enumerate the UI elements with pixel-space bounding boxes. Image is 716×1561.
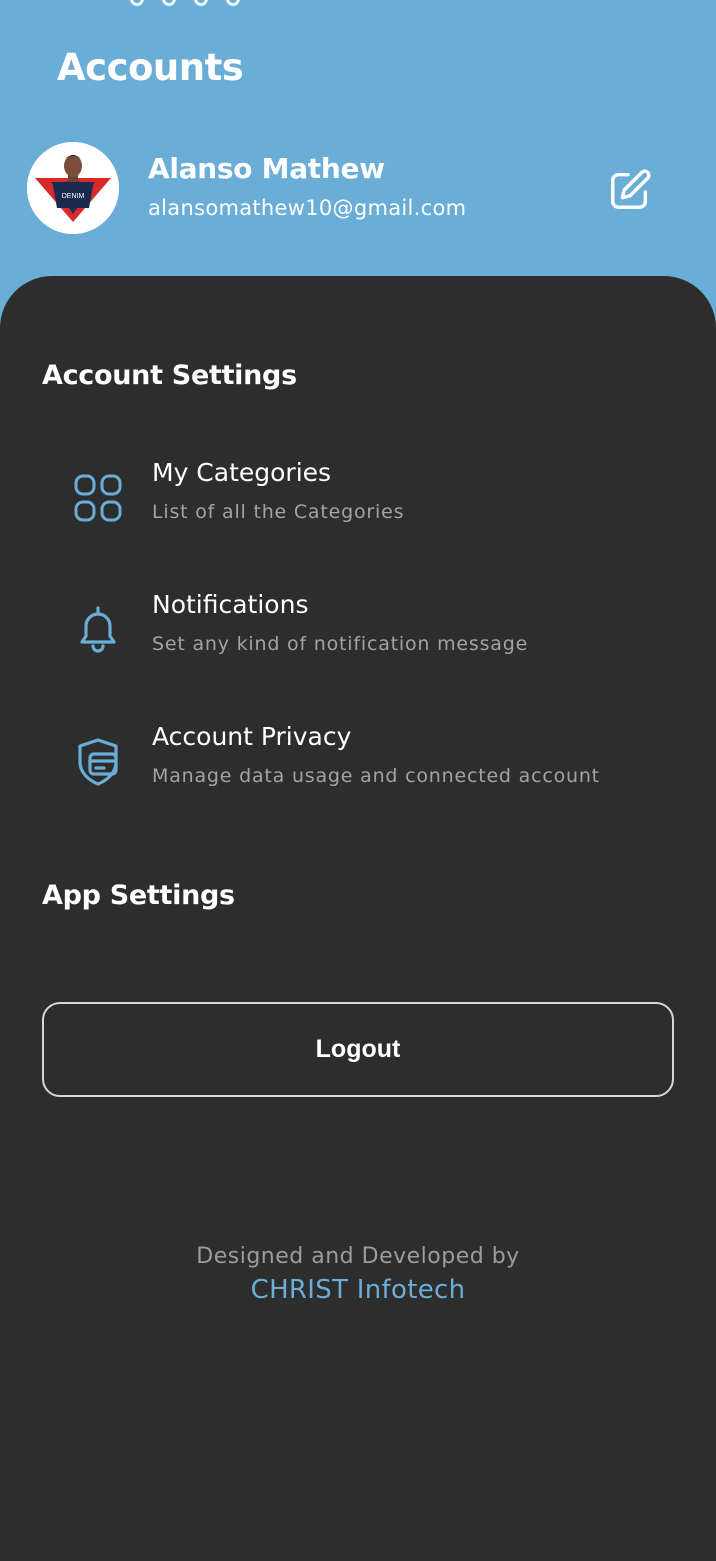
status-icon [162,0,176,6]
privacy-card-icon [70,734,126,790]
menu-item-subtitle: List of all the Categories [152,501,405,523]
menu-item-title: My Categories [152,458,332,487]
account-settings-title: Account Settings [42,360,297,391]
status-icon [226,0,240,6]
avatar-shirt-text: DENIM [62,193,85,200]
footer-credit: Designed and Developed by [196,1244,520,1269]
app-settings-title: App Settings [42,880,235,911]
menu-item-title: Notifications [152,590,309,619]
menu-item-subtitle: Manage data usage and connected account [152,765,600,787]
edit-profile-button[interactable] [604,164,656,216]
menu-item-title: Account Privacy [152,722,352,751]
footer-company-link[interactable]: CHRIST Infotech [0,1275,716,1305]
status-icon [130,0,144,6]
bell-icon [70,602,126,658]
status-bar [0,0,716,8]
menu-item-notifications[interactable]: Notifications Set any kind of notificati… [42,590,674,690]
profile-email: alansomathew10@gmail.com [148,196,467,220]
menu-item-account-privacy[interactable]: Account Privacy Manage data usage and co… [42,722,674,822]
logout-button[interactable]: Logout [42,1002,674,1097]
status-icon [194,0,208,6]
user-photo-icon: DENIM [27,142,119,234]
edit-icon [611,169,651,209]
avatar[interactable]: DENIM [27,142,119,234]
profile-name: Alanso Mathew [148,152,385,185]
menu-item-subtitle: Set any kind of notification message [152,633,529,655]
menu-item-my-categories[interactable]: My Categories List of all the Categories [42,458,674,558]
page-title: Accounts [57,46,244,89]
grid-icon [70,470,126,526]
